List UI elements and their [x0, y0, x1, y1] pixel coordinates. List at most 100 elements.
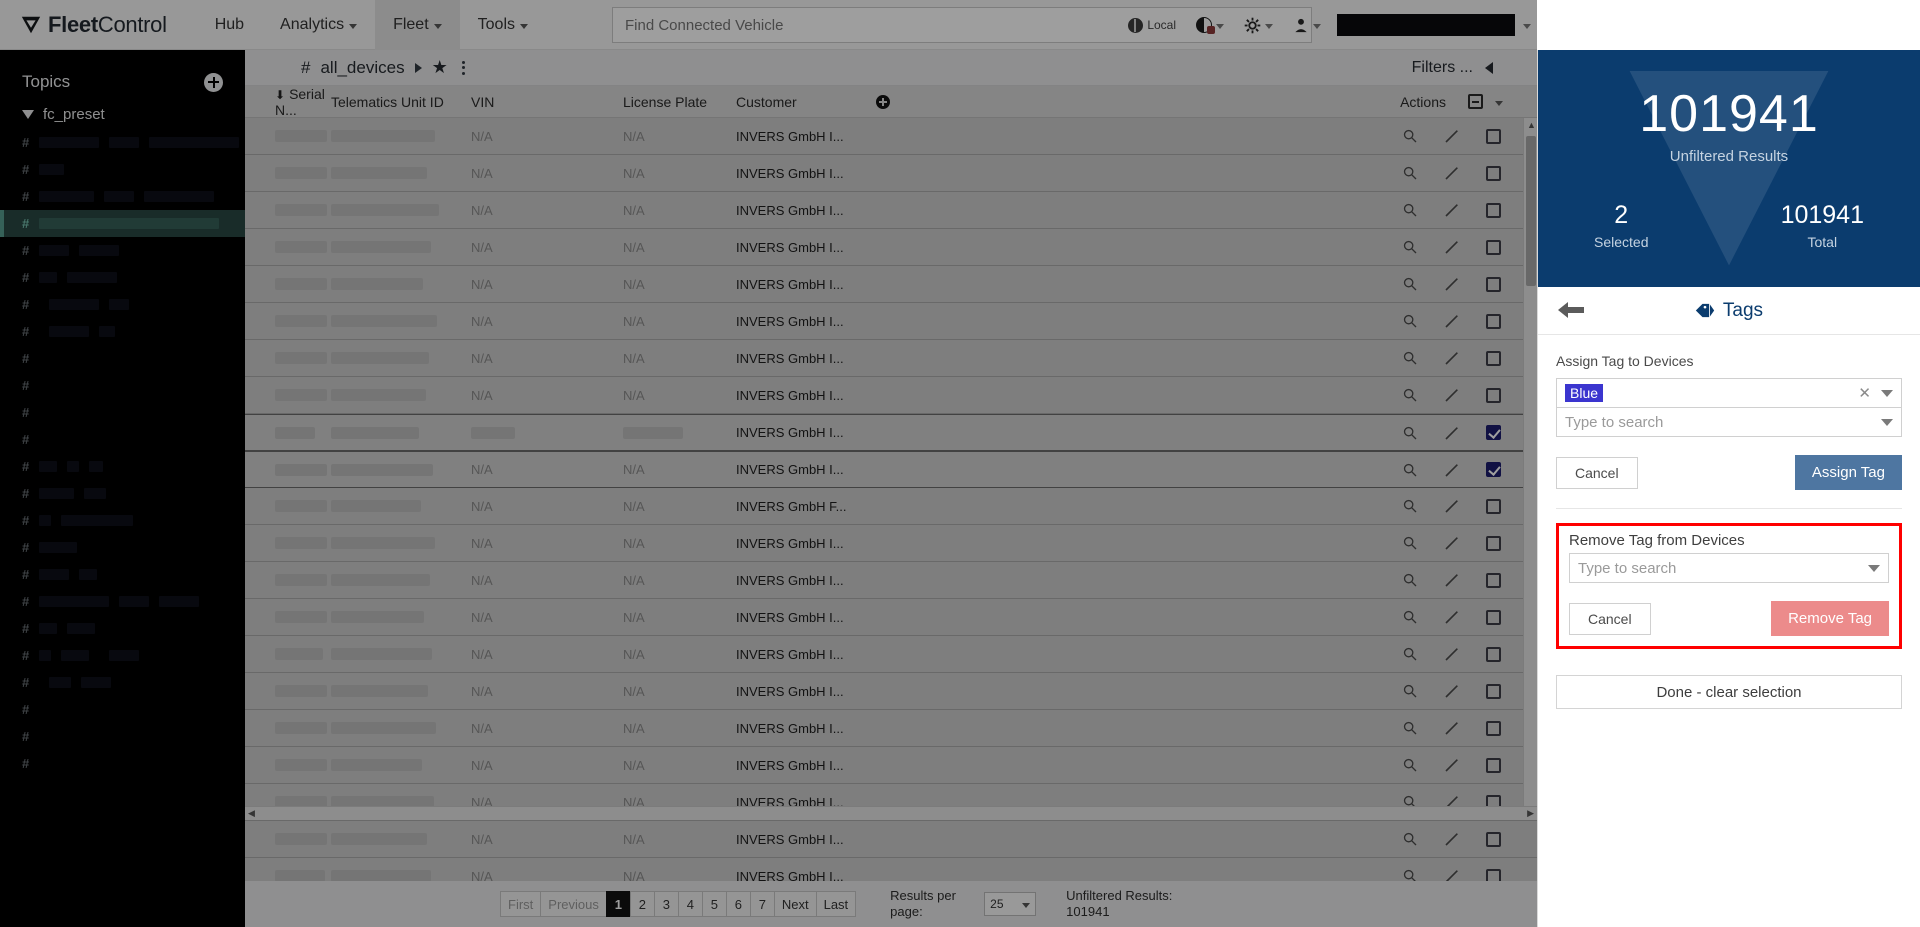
- search-icon[interactable]: [1402, 646, 1418, 662]
- sidebar-item[interactable]: #: [0, 372, 245, 399]
- sidebar-item[interactable]: #: [0, 210, 245, 237]
- search-icon[interactable]: [1402, 350, 1418, 366]
- filters-toggle[interactable]: Filters ...: [1412, 59, 1527, 77]
- search-icon[interactable]: [1402, 720, 1418, 736]
- column-header-serial-number[interactable]: ⬇ Serial N...: [245, 86, 327, 118]
- search-icon[interactable]: [1402, 276, 1418, 292]
- search-icon[interactable]: [1402, 609, 1418, 625]
- edit-icon[interactable]: [1444, 425, 1460, 441]
- column-header-vin[interactable]: VIN: [467, 94, 619, 110]
- table-row[interactable]: N/A N/A INVERS GmbH I...: [245, 229, 1537, 266]
- edit-icon[interactable]: [1444, 683, 1460, 699]
- edit-icon[interactable]: [1444, 757, 1460, 773]
- scroll-right-icon[interactable]: ▶: [1527, 808, 1534, 819]
- sidebar-group-fc-preset[interactable]: fc_preset: [0, 100, 245, 129]
- column-header-license-plate[interactable]: License Plate: [619, 94, 732, 110]
- environment-indicator[interactable]: Local: [1120, 0, 1184, 50]
- edit-icon[interactable]: [1444, 720, 1460, 736]
- search-icon[interactable]: [1402, 498, 1418, 514]
- table-row[interactable]: N/A N/A INVERS GmbH I...: [245, 599, 1537, 636]
- row-select-checkbox[interactable]: [1486, 572, 1501, 588]
- row-select-checkbox[interactable]: [1486, 720, 1501, 736]
- search-icon[interactable]: [1402, 425, 1418, 441]
- nav-item-analytics[interactable]: Analytics: [262, 0, 375, 50]
- sidebar-item[interactable]: #: [0, 723, 245, 750]
- sidebar-item[interactable]: #: [0, 129, 245, 156]
- search-icon[interactable]: [1402, 462, 1418, 478]
- sidebar-item[interactable]: #: [0, 507, 245, 534]
- minus-box-icon[interactable]: [1468, 94, 1483, 109]
- row-select-checkbox[interactable]: [1486, 535, 1501, 551]
- column-header-customer[interactable]: Customer: [732, 94, 852, 110]
- sidebar-item[interactable]: #: [0, 264, 245, 291]
- edit-icon[interactable]: [1444, 128, 1460, 144]
- edit-icon[interactable]: [1444, 313, 1460, 329]
- remove-tag-search-combo[interactable]: Type to search: [1569, 553, 1889, 583]
- table-row[interactable]: N/A N/A INVERS GmbH I...: [245, 821, 1537, 858]
- search-icon[interactable]: [1402, 313, 1418, 329]
- search-icon[interactable]: [1402, 239, 1418, 255]
- sidebar-item[interactable]: #: [0, 534, 245, 561]
- edit-icon[interactable]: [1444, 462, 1460, 478]
- settings-button[interactable]: [1236, 0, 1281, 50]
- scroll-left-icon[interactable]: ◀: [248, 808, 255, 819]
- sidebar-item[interactable]: #: [0, 588, 245, 615]
- sidebar-item[interactable]: #: [0, 669, 245, 696]
- edit-icon[interactable]: [1444, 350, 1460, 366]
- chevron-right-icon[interactable]: [414, 62, 422, 73]
- tag-chip-blue[interactable]: Blue: [1565, 384, 1604, 402]
- results-per-page-select[interactable]: 25: [984, 892, 1037, 916]
- scrollbar-thumb[interactable]: [1526, 136, 1536, 286]
- star-icon[interactable]: ★: [432, 57, 448, 78]
- assign-tag-button[interactable]: Assign Tag: [1794, 455, 1902, 490]
- row-select-checkbox[interactable]: [1486, 128, 1501, 144]
- account-name-redacted[interactable]: [1337, 14, 1515, 36]
- edit-icon[interactable]: [1444, 202, 1460, 218]
- edit-icon[interactable]: [1444, 646, 1460, 662]
- sidebar-item[interactable]: #: [0, 453, 245, 480]
- pagination-first[interactable]: First: [500, 891, 542, 917]
- search-icon[interactable]: [1402, 572, 1418, 588]
- nav-item-tools[interactable]: Tools: [460, 0, 546, 50]
- row-select-checkbox[interactable]: [1486, 498, 1501, 514]
- chevron-down-icon[interactable]: [1495, 100, 1503, 106]
- search-icon[interactable]: [1402, 202, 1418, 218]
- row-select-checkbox[interactable]: [1486, 313, 1501, 329]
- nav-item-fleet[interactable]: Fleet: [375, 0, 460, 50]
- pagination-page-7[interactable]: 7: [749, 891, 775, 917]
- search-icon[interactable]: [1402, 128, 1418, 144]
- table-row[interactable]: N/A N/A INVERS GmbH I...: [245, 377, 1537, 414]
- plus-circle-icon[interactable]: [204, 72, 223, 92]
- row-select-checkbox[interactable]: [1486, 202, 1501, 218]
- scroll-up-icon[interactable]: ▲: [1527, 120, 1536, 130]
- sidebar-item[interactable]: #: [0, 426, 245, 453]
- chevron-down-icon[interactable]: [1523, 24, 1531, 29]
- edit-icon[interactable]: [1444, 609, 1460, 625]
- table-row[interactable]: N/A N/A INVERS GmbH I...: [245, 562, 1537, 599]
- sidebar-item[interactable]: #: [0, 480, 245, 507]
- pagination-page-1[interactable]: 1: [605, 891, 631, 917]
- sidebar-item[interactable]: #: [0, 156, 245, 183]
- pagination-page-4[interactable]: 4: [677, 891, 703, 917]
- row-select-checkbox[interactable]: [1486, 350, 1501, 366]
- sidebar-item[interactable]: #: [0, 318, 245, 345]
- row-select-checkbox[interactable]: [1486, 609, 1501, 625]
- row-select-checkbox[interactable]: [1486, 165, 1501, 181]
- table-row[interactable]: N/A N/A INVERS GmbH I...: [245, 673, 1537, 710]
- more-vertical-icon[interactable]: [458, 60, 469, 75]
- pagination-next[interactable]: Next: [773, 891, 817, 917]
- search-icon[interactable]: [1402, 831, 1418, 847]
- edit-icon[interactable]: [1444, 387, 1460, 403]
- remove-tag-button[interactable]: Remove Tag: [1771, 601, 1889, 636]
- done-clear-selection-button[interactable]: Done - clear selection: [1556, 675, 1902, 709]
- table-horizontal-scrollbar[interactable]: ◀ ▶: [245, 806, 1537, 820]
- sidebar-item[interactable]: #: [0, 696, 245, 723]
- table-row[interactable]: N/A N/A INVERS GmbH I...: [245, 192, 1537, 229]
- user-menu-button[interactable]: [1285, 0, 1329, 50]
- nav-item-hub[interactable]: Hub: [197, 0, 262, 50]
- sidebar-item[interactable]: #: [0, 750, 245, 777]
- close-icon[interactable]: ✕: [1858, 384, 1881, 402]
- back-arrow-icon[interactable]: [1556, 300, 1586, 325]
- remove-cancel-button[interactable]: Cancel: [1569, 602, 1651, 635]
- search-icon[interactable]: [1402, 757, 1418, 773]
